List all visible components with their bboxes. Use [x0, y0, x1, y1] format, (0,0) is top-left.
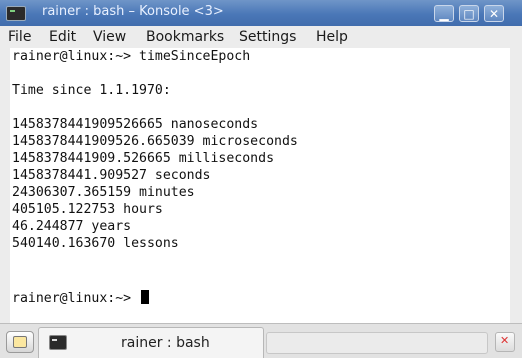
- menu-file[interactable]: File: [8, 29, 31, 45]
- terminal-line: rainer@linux:~> timeSinceEpoch: [12, 49, 251, 64]
- menu-settings[interactable]: Settings: [239, 29, 296, 45]
- terminal-line: 405105.122753 hours: [12, 202, 163, 217]
- tab-bar: rainer : bash: [0, 323, 522, 358]
- prompt-text: rainer@linux:~>: [12, 291, 140, 306]
- terminal-line: 46.244877 years: [12, 219, 132, 234]
- terminal-prompt-line: rainer@linux:~>: [12, 290, 150, 307]
- close-tab-icon[interactable]: [495, 332, 515, 352]
- menu-help[interactable]: Help: [316, 29, 348, 45]
- menu-bar: File Edit View Bookmarks Settings Help: [0, 26, 522, 48]
- terminal-line: 1458378441909.526665 milliseconds: [12, 151, 275, 166]
- maximize-button[interactable]: □: [459, 5, 479, 22]
- terminal-icon[interactable]: [6, 6, 26, 21]
- new-tab-icon[interactable]: [6, 331, 34, 353]
- terminal-gutter: [0, 48, 10, 323]
- terminal-line: 1458378441909526665 nanoseconds: [12, 117, 259, 132]
- terminal-line: Time since 1.1.1970:: [12, 83, 171, 98]
- terminal-line: 1458378441.909527 seconds: [12, 168, 211, 183]
- tab-bar-empty-area: [266, 332, 488, 354]
- menu-edit[interactable]: Edit: [49, 29, 76, 45]
- tab-label: rainer : bash: [121, 335, 210, 351]
- close-button[interactable]: ✕: [484, 5, 504, 22]
- text-cursor: [141, 290, 150, 304]
- window-title: rainer : bash – Konsole <3>: [42, 4, 224, 19]
- terminal-line: 24306307.365159 minutes: [12, 185, 195, 200]
- terminal-area[interactable]: rainer@linux:~> timeSinceEpoch Time sinc…: [10, 48, 510, 323]
- terminal-line: 1458378441909526.665039 microseconds: [12, 134, 298, 149]
- title-bar[interactable]: rainer : bash – Konsole <3> ▁ □ ✕: [0, 0, 522, 26]
- terminal-icon: [49, 335, 67, 350]
- menu-bookmarks[interactable]: Bookmarks: [146, 29, 224, 45]
- menu-view[interactable]: View: [93, 29, 126, 45]
- tab-rainer-bash[interactable]: rainer : bash: [38, 327, 264, 358]
- terminal-line: 540140.163670 lessons: [12, 236, 179, 251]
- minimize-button[interactable]: ▁: [434, 5, 454, 22]
- konsole-window: rainer : bash – Konsole <3> ▁ □ ✕ File E…: [0, 0, 522, 358]
